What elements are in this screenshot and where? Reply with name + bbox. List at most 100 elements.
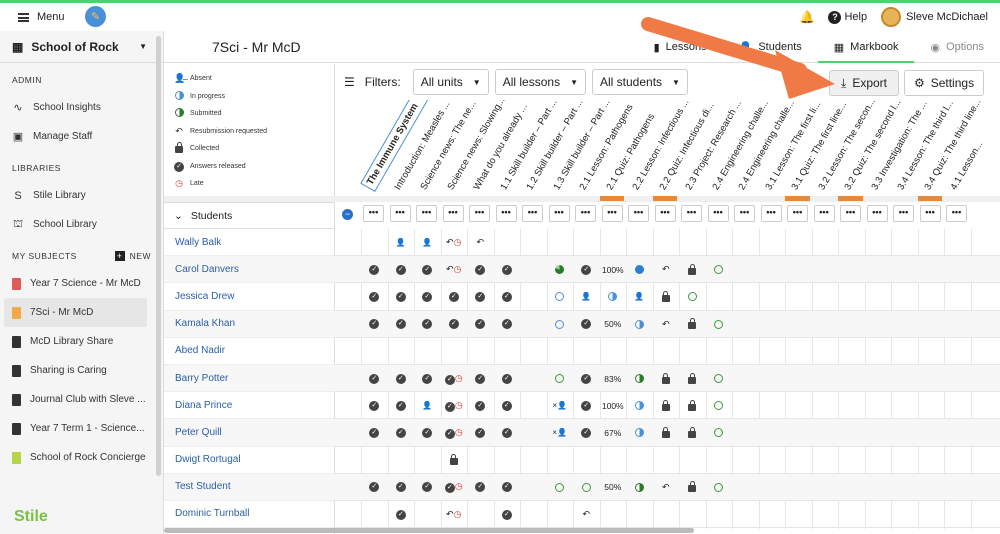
sidebar-item-manage-staff[interactable]: ▣ Manage Staff [0,122,163,151]
grid-cell[interactable] [679,474,706,501]
grid-cell[interactable]: ✓ [361,283,388,310]
student-name[interactable]: Kamala Khan [164,310,334,338]
grid-cell[interactable] [706,474,733,501]
grid-cell[interactable]: 👤 [626,283,653,310]
grid-cell[interactable] [626,365,653,392]
grid-cell[interactable]: ✓ [494,283,521,310]
tab-students[interactable]: 👤 Students [723,31,818,63]
grid-cell[interactable]: ✓ [361,474,388,501]
export-button[interactable]: ⤓ Export [829,70,899,96]
column-menu-button[interactable]: ••• [548,205,570,222]
user-menu[interactable]: Sleve McDichael [881,7,988,27]
grid-cell[interactable]: 👤 [388,229,415,256]
sidebar-item-subject[interactable]: McD Library Share [0,327,163,356]
column-menu-button[interactable]: ••• [734,205,755,222]
stile-logo-icon[interactable]: ✎ [85,6,106,27]
grid-cell[interactable]: ✓ [388,311,415,338]
sidebar-item-subject[interactable]: 7Sci - Mr McD [4,298,147,327]
grid-cell[interactable] [679,256,706,283]
student-name[interactable]: Abed Nadir [164,337,334,365]
column-menu-button[interactable]: ••• [760,205,782,222]
column-menu-button[interactable]: ••• [628,205,649,222]
grid-cell[interactable]: 👤 [414,229,441,256]
grid-cell[interactable] [547,474,574,501]
help-button[interactable]: ? Help [828,10,867,24]
sidebar-item-subject[interactable]: Journal Club with Sleve ... [0,385,163,414]
grid-cell[interactable] [679,365,706,392]
column-menu-button[interactable]: ••• [813,205,835,222]
tab-lessons[interactable]: ▮ Lessons [638,31,723,63]
student-name[interactable]: Test Student [164,473,334,501]
sidebar-scrollbar[interactable] [156,36,161,476]
grid-cell[interactable] [706,392,733,419]
grid-cell[interactable]: ↶◷ [441,501,468,528]
grid-cell[interactable]: ✓ [494,474,521,501]
sidebar-item-subject[interactable]: Year 7 Science - Mr McD [0,269,163,298]
grid-cell[interactable]: ↶ [653,256,680,283]
grid-cell[interactable]: ↶ [653,474,680,501]
column-menu-button[interactable]: ••• [840,205,861,222]
grid-cell[interactable]: 100% [600,256,627,283]
column-menu-button[interactable]: ••• [893,205,914,222]
settings-button[interactable]: ⚙ Settings [904,70,984,96]
grid-cell[interactable] [441,447,468,474]
grid-cell[interactable]: 👤 [414,392,441,419]
grid-cell[interactable] [653,392,680,419]
grid-cell[interactable] [679,283,706,310]
grid-cell[interactable] [706,311,733,338]
column-menu-button[interactable]: ••• [681,205,702,222]
grid-cell[interactable]: ↶ [653,311,680,338]
grid-cell[interactable]: ✓ [573,365,600,392]
grid-cell[interactable]: 83% [600,365,627,392]
grid-cell[interactable] [706,419,733,446]
student-name[interactable]: Dominic Turnball [164,500,334,529]
sidebar-item-subject[interactable]: Sharing is Caring [0,356,163,385]
grid-cell[interactable]: ✓ [467,392,494,419]
grid-cell[interactable]: ✓ [494,311,521,338]
grid-cell[interactable]: ✓ [361,392,388,419]
grid-cell[interactable]: ✓ [467,311,494,338]
grid-cell[interactable] [653,283,680,310]
grid-cell[interactable]: ×👤 [547,419,574,446]
grid-cell[interactable]: ✓ [573,419,600,446]
grid-cell[interactable]: 50% [600,311,627,338]
grid-cell[interactable]: ✓ [361,365,388,392]
grid-cell[interactable] [679,392,706,419]
column-menu-button[interactable]: ••• [601,205,623,222]
tab-markbook[interactable]: ▦ Markbook [817,31,915,63]
grid-cell[interactable]: ✓ [388,365,415,392]
bell-icon[interactable]: 🔔 [800,10,815,24]
grid-cell[interactable]: ✓ [388,283,415,310]
grid-cell[interactable]: ✓ [467,283,494,310]
grid-cell[interactable]: ✓ ◷ [441,419,468,446]
grid-cell[interactable] [653,419,680,446]
grid-cell[interactable]: ✓ [573,311,600,338]
grid-cell[interactable]: ✓ [467,419,494,446]
grid-cell[interactable]: ✓ ◷ [441,474,468,501]
grid-cell[interactable]: ✓ [494,256,521,283]
column-menu-button[interactable]: ••• [919,205,941,222]
grid-cell[interactable]: ✓ [414,365,441,392]
grid-cell[interactable]: ✓ [414,419,441,446]
sidebar-item-school-insights[interactable]: ∿ School Insights [0,93,163,122]
grid-cell[interactable] [547,256,574,283]
grid-cell[interactable]: ↶◷ [441,256,468,283]
sidebar-item-subject[interactable]: School of Rock Concierge [0,443,163,472]
student-name[interactable]: Dwigt Rortugal [164,446,334,474]
students-header[interactable]: ⌄ Students [164,202,334,229]
column-menu-button[interactable]: ••• [363,205,384,222]
grid-cell[interactable]: ✓ [361,311,388,338]
grid-cell[interactable]: ↶ [467,229,494,256]
grid-cell[interactable] [653,365,680,392]
grid-cell[interactable]: ✓ [414,256,441,283]
student-name[interactable]: Diana Prince [164,392,334,420]
horizontal-scrollbar[interactable] [164,528,694,533]
lessons-dropdown[interactable]: All lessons ▼ [494,69,586,95]
student-name[interactable]: Carol Danvers [164,256,334,284]
grid-cell[interactable]: ✓ [388,474,415,501]
grid-cell[interactable] [679,311,706,338]
grid-cell[interactable] [626,474,653,501]
grid-cell[interactable] [547,365,574,392]
grid-cell[interactable]: ✓ [441,283,468,310]
grid-cell[interactable]: ✓ [494,501,521,528]
